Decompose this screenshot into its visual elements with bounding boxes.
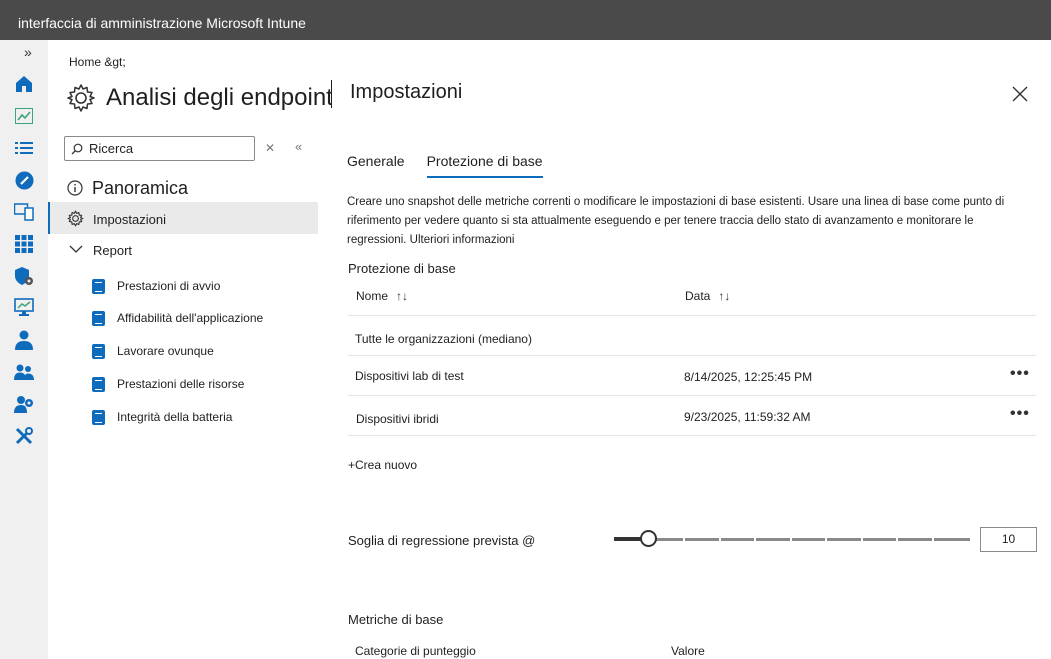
threshold-label: Soglia di regressione prevista @ <box>348 533 536 548</box>
threshold-slider-track[interactable] <box>614 538 970 541</box>
settings-gear-icon <box>67 210 84 227</box>
reports-monitor-icon[interactable] <box>13 297 35 319</box>
learn-more-link[interactable]: Ulteriori informazioni <box>410 234 515 246</box>
report-resource-performance[interactable]: Prestazioni delle risorse <box>92 374 244 394</box>
slider-tick <box>896 538 898 541</box>
left-nav-rail: » <box>0 40 48 659</box>
report-label: Integrità della batteria <box>117 410 233 424</box>
troubleshooting-icon[interactable] <box>13 425 35 447</box>
row-name: Tutte le organizzazioni (mediano) <box>355 332 532 346</box>
column-header-category: Categorie di punteggio <box>355 644 476 658</box>
report-book-icon <box>92 310 105 326</box>
user-icon[interactable] <box>13 329 35 351</box>
page-title: Analisi degli endpoint <box>106 84 333 111</box>
table-row[interactable]: Dispositivi ibridi 9/23/2025, 11:59:32 A… <box>348 396 1036 436</box>
row-date: 9/23/2025, 11:59:32 AM <box>684 410 811 424</box>
panel-title: Impostazioni <box>350 81 463 103</box>
breadcrumb[interactable]: Home &gt; <box>69 55 126 69</box>
slider-tick <box>932 538 934 541</box>
row-date: 8/14/2025, 12:25:45 PM <box>684 370 813 384</box>
column-header-value: Valore <box>671 644 705 658</box>
expand-nav-icon[interactable]: » <box>24 44 32 60</box>
more-actions-icon[interactable]: ••• <box>1010 365 1030 383</box>
nav-settings[interactable]: Impostazioni <box>48 202 318 234</box>
more-actions-icon[interactable]: ••• <box>1010 405 1030 423</box>
info-icon <box>67 180 83 196</box>
baseline-section-heading: Protezione di base <box>348 261 456 276</box>
report-book-icon <box>92 278 105 294</box>
report-battery-health[interactable]: Integrità della batteria <box>92 407 232 427</box>
tab-general[interactable]: Generale <box>347 153 405 178</box>
column-value-label: Valore <box>671 644 705 658</box>
description: Creare uno snapshot delle metriche corre… <box>347 193 1022 250</box>
nav-reports-label: Report <box>93 243 133 258</box>
report-work-from-anywhere[interactable]: Lavorare ovunque <box>92 341 214 361</box>
devices-icon[interactable] <box>13 169 35 191</box>
report-label: Lavorare ovunque <box>117 344 214 358</box>
report-label: Affidabilità dell'applicazione <box>117 311 264 325</box>
report-book-icon <box>92 376 105 392</box>
column-category-label: Categorie di punteggio <box>355 644 476 658</box>
report-book-icon <box>92 409 105 425</box>
gear-icon <box>67 84 95 112</box>
app-title: interfaccia di amministrazione Microsoft… <box>18 15 306 31</box>
tab-list: Generale Protezione di base <box>347 153 565 178</box>
report-label: Prestazioni di avvio <box>117 279 221 293</box>
clear-search-icon[interactable]: ✕ <box>265 141 275 155</box>
slider-tick <box>790 538 792 541</box>
tab-baseline[interactable]: Protezione di base <box>426 153 543 178</box>
threshold-value-input[interactable]: 10 <box>980 527 1037 552</box>
close-icon[interactable] <box>1012 86 1028 102</box>
list-icon[interactable] <box>13 137 35 159</box>
metrics-section-heading: Metriche di base <box>348 612 444 627</box>
grid-apps-icon[interactable] <box>13 233 35 255</box>
title-bar: interfaccia di amministrazione Microsoft… <box>0 0 1051 40</box>
nav-overview-label: Panoramica <box>92 178 189 198</box>
dashboard-icon[interactable] <box>13 105 35 127</box>
column-name-label: Nome <box>356 289 389 303</box>
slider-tick <box>683 538 685 541</box>
apps-device-icon[interactable] <box>13 201 35 223</box>
threshold-slider-thumb[interactable] <box>640 530 657 547</box>
collapse-menu-icon[interactable]: « <box>295 139 302 154</box>
sort-icon: ↑↓ <box>718 289 731 303</box>
endpoint-security-icon[interactable] <box>13 265 35 287</box>
table-row[interactable]: Dispositivi lab di test 8/14/2025, 12:25… <box>348 356 1036 396</box>
search-icon <box>71 143 83 154</box>
slider-tick <box>861 538 863 541</box>
page-header: Analisi degli endpoint <box>66 83 333 113</box>
search-input[interactable]: Ricerca <box>64 136 255 161</box>
search-value: Ricerca <box>89 141 134 156</box>
column-header-date[interactable]: Data ↑↓ <box>685 289 730 303</box>
chevron-down-icon <box>69 245 83 253</box>
nav-settings-label: Impostazioni <box>93 212 166 227</box>
sort-icon: ↑↓ <box>396 289 409 303</box>
home-icon[interactable] <box>13 73 35 95</box>
slider-tick <box>825 538 827 541</box>
report-label: Prestazioni delle risorse <box>117 377 245 391</box>
settings-panel: Impostazioni Generale Protezione di base… <box>332 40 1051 659</box>
column-header-name[interactable]: Nome ↑↓ <box>356 289 408 303</box>
table-row[interactable]: Tutte le organizzazioni (mediano) <box>348 316 1036 356</box>
tenant-admin-icon[interactable] <box>13 393 35 415</box>
endpoint-analytics-blade: Home &gt; Analisi degli endpoint Ricerca… <box>48 40 333 659</box>
row-name: Dispositivi ibridi <box>356 412 439 426</box>
report-book-icon <box>92 343 105 359</box>
report-app-reliability[interactable]: Affidabilità dell'applicazione <box>92 308 263 328</box>
report-startup-performance[interactable]: Prestazioni di avvio <box>92 276 220 296</box>
column-date-label: Data <box>685 289 711 303</box>
create-new-link[interactable]: +Crea nuovo <box>348 458 417 472</box>
slider-tick <box>719 538 721 541</box>
nav-reports[interactable]: Report <box>48 234 318 266</box>
row-name: Dispositivi lab di test <box>355 369 464 383</box>
slider-tick <box>754 538 756 541</box>
groups-icon[interactable] <box>13 361 35 383</box>
nav-overview[interactable]: Panoramica <box>48 173 318 205</box>
